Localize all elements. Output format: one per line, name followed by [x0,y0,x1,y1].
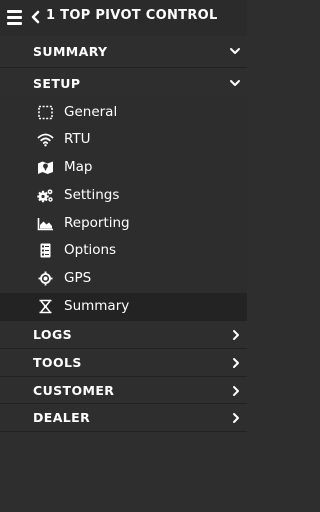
chevron-down-icon [230,48,240,54]
section-tools[interactable]: TOOLS [0,349,247,376]
menu-item-rtu[interactable]: RTU [0,126,247,153]
section-dealer[interactable]: DEALER [0,404,247,431]
menu-item-gps[interactable]: GPS [0,265,247,292]
area-chart-icon [37,218,53,231]
menu-item-summary[interactable]: Summary [0,293,247,320]
menu-item-label: General [64,104,118,120]
menu-item-label: Reporting [64,215,130,231]
section-summary[interactable]: SUMMARY [0,38,247,65]
menu-item-settings[interactable]: Settings [0,182,247,209]
wifi-icon [37,133,54,147]
section-summary-label: SUMMARY [33,44,108,59]
dashed-square-icon [38,105,53,120]
page-title: 1 TOP PIVOT CONTROL [46,8,218,23]
chevron-right-icon [233,330,239,340]
chevron-down-icon [230,80,240,86]
menu-item-label: RTU [64,131,91,147]
section-setup[interactable]: SETUP [0,70,247,97]
section-logs-label: LOGS [33,327,73,342]
chevron-right-icon [233,413,239,423]
section-customer-label: CUSTOMER [33,383,115,398]
menu-item-label: GPS [64,270,92,286]
section-logs[interactable]: LOGS [0,321,247,348]
list-options-icon [40,243,51,258]
menu-item-options[interactable]: Options [0,237,247,264]
gears-icon [37,189,53,203]
section-tools-label: TOOLS [33,355,82,370]
map-icon [38,161,53,174]
divider [0,431,247,432]
menu-item-label: Summary [64,298,130,314]
chevron-left-icon[interactable] [31,9,41,25]
menu-item-map[interactable]: Map [0,154,247,181]
top-bar: 1 TOP PIVOT CONTROL [0,0,247,36]
menu-item-label: Settings [64,187,120,203]
hamburger-menu-icon[interactable] [7,10,22,26]
section-dealer-label: DEALER [33,410,91,425]
chevron-right-icon [233,358,239,368]
menu-item-label: Options [64,242,117,258]
divider [0,67,247,68]
chevron-right-icon [233,386,239,396]
menu-item-reporting[interactable]: Reporting [0,210,247,237]
section-setup-label: SETUP [33,76,81,91]
menu-item-general[interactable]: General [0,99,247,126]
menu-item-label: Map [64,159,93,175]
gps-crosshair-icon [38,271,53,286]
section-customer[interactable]: CUSTOMER [0,377,247,404]
pivot-summary-icon [39,299,52,314]
